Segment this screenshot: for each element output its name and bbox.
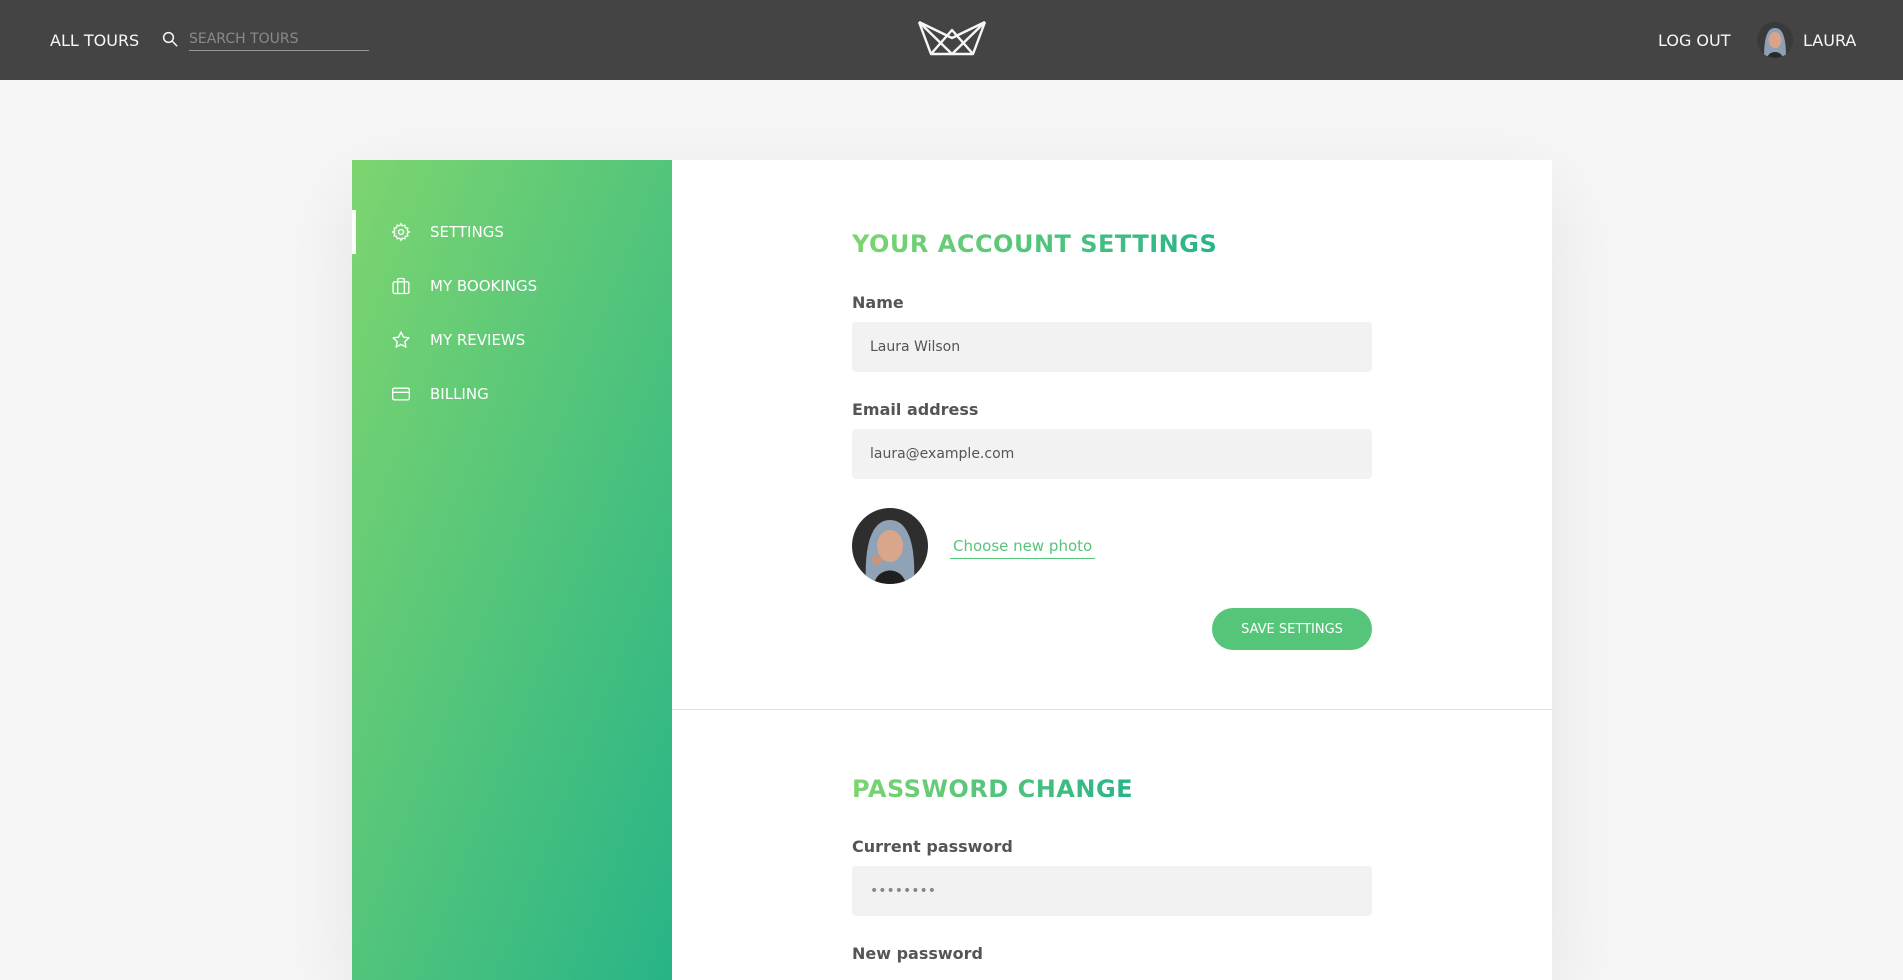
sidebar-item-settings[interactable]: Settings [352, 210, 672, 254]
name-field[interactable] [852, 322, 1372, 372]
settings-content: Your account settings Name Email address… [672, 160, 1552, 980]
gear-icon [390, 221, 412, 243]
sidebar: Settings My bookings [352, 160, 672, 980]
account-card: Settings My bookings [352, 160, 1552, 980]
briefcase-icon [390, 275, 412, 297]
logo-icon[interactable] [917, 20, 987, 56]
logout-link[interactable]: Log out [1658, 31, 1731, 50]
current-password-field[interactable] [852, 866, 1372, 916]
sidebar-item-billing[interactable]: Billing [352, 372, 672, 416]
password-change-section: Password change Current password New pas… [672, 710, 1552, 980]
email-label: Email address [852, 400, 979, 419]
account-settings-heading: Your account settings [852, 230, 1218, 258]
all-tours-link[interactable]: All tours [50, 31, 139, 50]
sidebar-nav: Settings My bookings [352, 210, 672, 426]
sidebar-item-label: Billing [430, 385, 489, 403]
search-icon[interactable] [161, 30, 179, 48]
search-form [161, 28, 369, 52]
password-change-heading: Password change [852, 775, 1134, 803]
sidebar-item-label: Settings [430, 223, 504, 241]
sidebar-item-label: My reviews [430, 331, 526, 349]
current-password-label: Current password [852, 837, 1013, 856]
name-label: Name [852, 293, 904, 312]
credit-card-icon [390, 383, 412, 405]
choose-photo-link[interactable]: Choose new photo [950, 534, 1096, 559]
photo-upload-row: Choose new photo [852, 508, 1372, 584]
sidebar-item-my-bookings[interactable]: My bookings [352, 264, 672, 308]
sidebar-item-label: My bookings [430, 277, 538, 295]
new-password-label: New password [852, 944, 984, 963]
user-name: Laura [1803, 30, 1857, 50]
sidebar-item-my-reviews[interactable]: My reviews [352, 318, 672, 362]
account-settings-section: Your account settings Name Email address… [672, 160, 1552, 710]
save-settings-button[interactable]: Save settings [1212, 608, 1372, 650]
star-icon [390, 329, 412, 351]
search-input[interactable] [189, 28, 369, 51]
email-field[interactable] [852, 429, 1372, 479]
user-profile-link[interactable]: Laura [1757, 22, 1856, 58]
top-header: All tours Log out Laura [0, 0, 1903, 80]
avatar [1757, 22, 1793, 58]
avatar [852, 508, 928, 584]
